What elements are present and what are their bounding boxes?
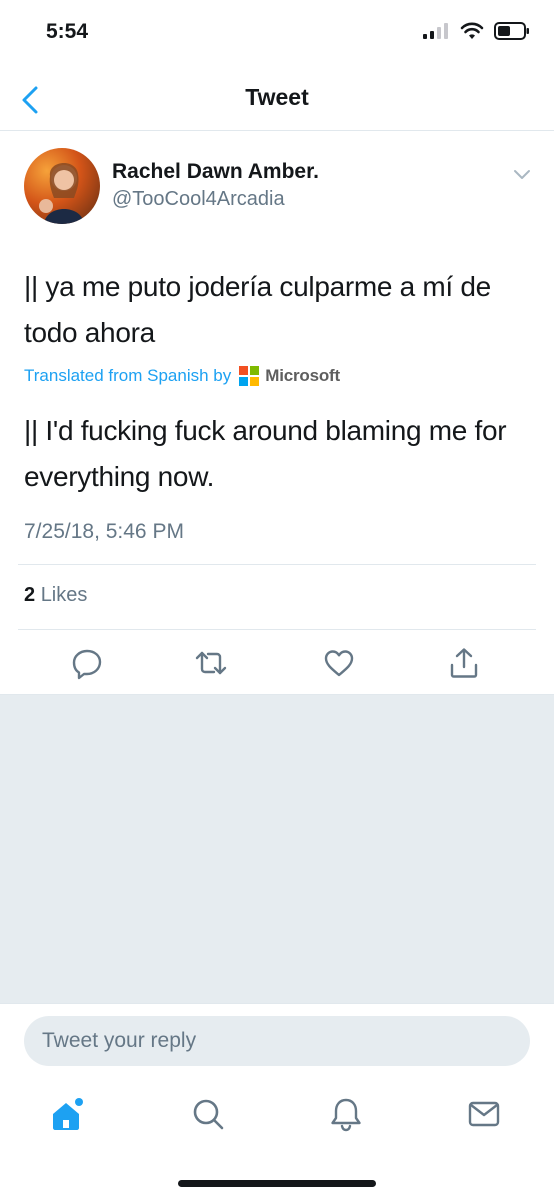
avatar-portrait (39, 162, 84, 224)
tab-notifications[interactable] (324, 1092, 368, 1136)
home-icon (53, 1098, 83, 1130)
bell-icon (331, 1098, 361, 1132)
nav-bar: Tweet (0, 70, 554, 131)
tweet-menu-button[interactable] (510, 164, 534, 184)
reply-bar (0, 1003, 554, 1079)
retweet-button[interactable] (194, 646, 228, 680)
search-icon (193, 1099, 224, 1130)
translation-attribution: Translated from Spanish by Microsoft (24, 366, 340, 386)
translated-text: || I'd fucking fuck around blaming me fo… (24, 415, 507, 492)
tab-search[interactable] (186, 1092, 230, 1136)
status-icons (422, 22, 530, 40)
translated-label[interactable]: Translated from Spanish by (24, 366, 231, 386)
replies-area (0, 694, 554, 1003)
likes-label: Likes (40, 584, 88, 606)
share-button[interactable] (447, 646, 481, 680)
chevron-down-icon (514, 170, 530, 179)
heart-icon (324, 650, 354, 677)
retweet-icon (195, 651, 227, 675)
tab-messages[interactable] (462, 1092, 506, 1136)
reply-input[interactable] (24, 1016, 530, 1066)
home-indicator[interactable] (178, 1180, 376, 1187)
translation-provider: Microsoft (265, 366, 340, 385)
microsoft-logo-icon (239, 366, 260, 386)
likes-count: 2 (24, 584, 36, 606)
tab-home[interactable] (46, 1092, 90, 1136)
tweet-text: || ya me puto jodería culparme a mí de t… (24, 271, 491, 348)
mail-icon (468, 1101, 500, 1127)
likes-stat[interactable]: 2 Likes (24, 584, 87, 607)
tab-bar (0, 1078, 554, 1158)
divider (18, 564, 536, 565)
wifi-icon (460, 22, 484, 39)
status-bar: 5:54 (0, 0, 554, 70)
divider (18, 629, 536, 630)
tweet-timestamp: 7/25/18, 5:46 PM (24, 520, 184, 543)
tweet-actions (0, 642, 554, 688)
battery-icon (494, 22, 529, 40)
like-button[interactable] (322, 646, 356, 680)
page-title: Tweet (245, 84, 309, 110)
status-time: 5:54 (46, 20, 89, 43)
author-handle[interactable]: @TooCool4Arcadia (112, 188, 285, 211)
avatar[interactable] (24, 148, 100, 224)
author-name[interactable]: Rachel Dawn Amber. (112, 160, 319, 184)
share-icon (450, 648, 478, 678)
cellular-signal-icon (423, 23, 448, 39)
reply-button[interactable] (70, 646, 104, 680)
reply-icon (72, 649, 102, 680)
